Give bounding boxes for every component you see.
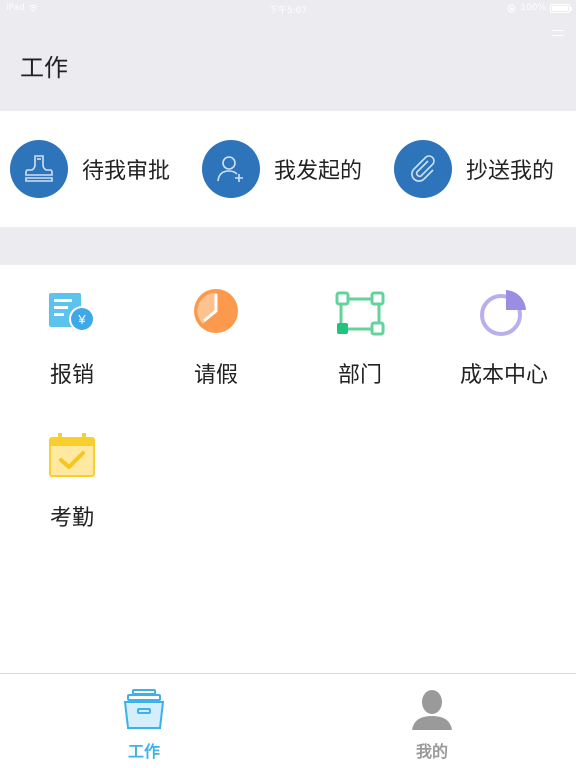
pie-chart-icon [480,290,526,336]
grid-item-leave[interactable]: 请假 [144,265,288,395]
org-nodes-icon [335,291,385,336]
battery-icon [550,3,572,13]
calendar-check-icon [49,433,95,477]
lock-rotation-icon [507,4,516,12]
approval-label: 我发起的 [274,159,363,184]
profile-icon [412,690,452,730]
grid-label: 部门 [337,363,382,388]
approval-row: 待我审批 我发起的 抄送我的 [0,111,576,227]
approval-cc-button[interactable]: 抄送我的 [394,139,554,199]
grid-item-reimburse[interactable]: ¥ 报销 [0,265,144,395]
grid-label: 请假 [193,363,238,388]
grid-item-cost-center[interactable]: 成本中心 [432,265,576,395]
section-divider [0,227,576,265]
grid-label: 报销 [49,363,94,388]
tab-mine[interactable]: 我的 [288,674,576,768]
feature-grid: ¥ 报销 请假 部门 成本中心 考勤 [0,265,576,673]
grid-item-attendance[interactable]: 考勤 [0,408,144,538]
battery-percent: 100% [520,3,546,13]
tab-label: 工作 [127,742,160,761]
tab-bar: 工作 我的 [0,673,576,768]
approval-label: 待我审批 [82,159,171,184]
approval-initiated-button[interactable]: 我发起的 [202,139,362,199]
approval-pending-button[interactable]: 待我审批 [10,139,170,199]
grid-item-department[interactable]: 部门 [288,265,432,395]
status-bar: iPad 下午5:07 100% [0,0,576,18]
status-right: 100% [507,3,572,13]
status-time: 下午5:07 [268,6,308,16]
reimburse-icon: ¥ [49,293,95,332]
approval-label: 抄送我的 [466,159,555,184]
tab-label: 我的 [415,742,448,761]
grid-label: 成本中心 [459,363,548,388]
user-add-icon [202,140,260,198]
tab-work[interactable]: 工作 [0,674,288,768]
menu-icon[interactable] [552,30,564,36]
stamp-icon [10,140,68,198]
svg-text:¥: ¥ [77,312,86,327]
work-box-icon [123,689,165,729]
page-title: 工作 [20,54,68,82]
paperclip-icon [394,140,452,198]
grid-label: 考勤 [49,506,94,531]
clock-icon [194,289,238,333]
nav-header: 工作 [0,18,576,111]
